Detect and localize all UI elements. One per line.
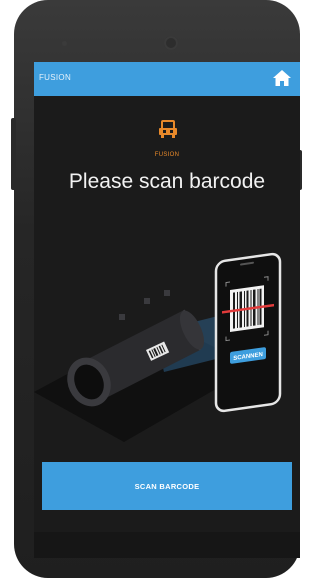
device-side-button [11, 118, 16, 190]
page-heading: Please scan barcode [68, 170, 266, 193]
fusion-machine-icon [159, 120, 177, 138]
app-title: FUSION [39, 73, 72, 82]
screen-bottom-area [34, 532, 300, 558]
app-bar: FUSION [34, 62, 300, 96]
logo-label: FUSION [154, 152, 180, 158]
scan-illustration: SCANNEN [34, 252, 282, 442]
scanner-phone-icon: SCANNEN [214, 252, 282, 413]
device-sensor [62, 41, 67, 46]
home-icon[interactable] [272, 68, 292, 88]
scan-barcode-button[interactable]: SCAN BARCODE [42, 462, 292, 510]
app-screen: FUSION FUSION Please scan barcode SCANNE… [34, 62, 300, 558]
device-frame: FUSION FUSION Please scan barcode SCANNE… [11, 0, 302, 578]
device-camera [164, 36, 178, 50]
